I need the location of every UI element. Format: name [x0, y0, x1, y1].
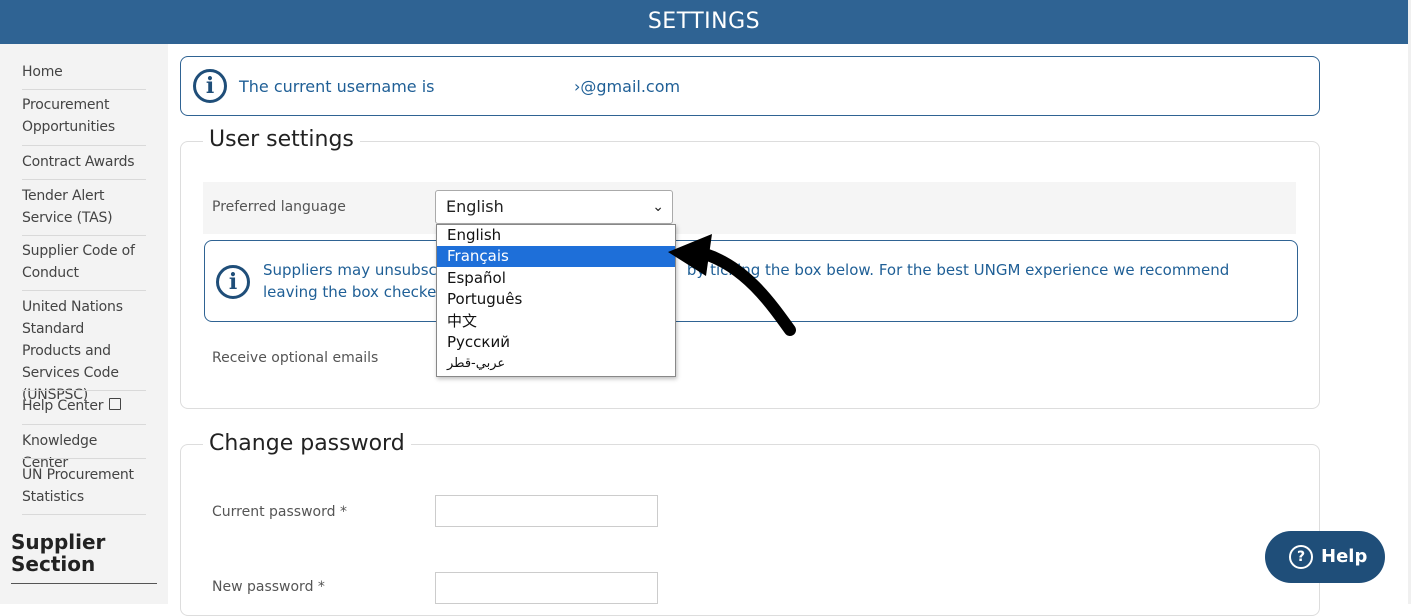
- sidebar-divider: [22, 145, 146, 146]
- page-title: SETTINGS: [647, 9, 761, 34]
- language-option-english[interactable]: English: [437, 225, 675, 246]
- sidebar-divider: [22, 290, 146, 291]
- change-password-legend: Change password: [203, 431, 411, 456]
- user-settings-legend: User settings: [203, 127, 360, 152]
- sidebar-divider: [22, 390, 146, 391]
- language-option-chinese[interactable]: 中文: [437, 311, 675, 332]
- sidebar-item-home[interactable]: Home: [22, 61, 146, 83]
- language-option-russian[interactable]: Русский: [437, 332, 675, 353]
- language-option-arabic[interactable]: عربي-قطر: [437, 353, 675, 374]
- sidebar-divider: [22, 179, 146, 180]
- language-option-espanol[interactable]: Español: [437, 268, 675, 289]
- sidebar-divider: [22, 424, 146, 425]
- preferred-language-label: Preferred language: [212, 199, 346, 215]
- notice-text-part: Suppliers may unsubscr: [263, 261, 443, 279]
- external-link-icon: [109, 398, 122, 410]
- select-value: English: [446, 197, 504, 216]
- sidebar-divider: [22, 514, 146, 515]
- page-header: SETTINGS: [0, 0, 1408, 44]
- question-circle-icon: ?: [1289, 545, 1313, 569]
- sidebar-item-supplier-code-of-conduct[interactable]: Supplier Code of Conduct: [22, 240, 146, 284]
- sidebar-item-contract-awards[interactable]: Contract Awards: [22, 151, 146, 173]
- info-icon: i: [193, 69, 227, 103]
- supplier-section-heading: Supplier Section: [11, 530, 106, 576]
- username-info-text: The current username is: [239, 77, 435, 96]
- current-password-label: Current password *: [212, 504, 347, 520]
- sidebar-divider: [22, 458, 146, 459]
- sidebar-item-procurement-opportunities[interactable]: Procurement Opportunities: [22, 94, 146, 138]
- change-password-panel: [180, 444, 1320, 616]
- new-password-input[interactable]: [435, 572, 658, 604]
- help-button[interactable]: ? Help: [1265, 531, 1385, 583]
- notice-text-line2: leaving the box checked: [263, 283, 446, 301]
- preferred-language-row: [203, 182, 1296, 234]
- username-email: ›@gmail.com: [574, 77, 681, 96]
- annotation-arrow-icon: [668, 234, 796, 336]
- optional-emails-label: Receive optional emails: [212, 350, 379, 366]
- chevron-down-icon: ⌄: [652, 199, 664, 215]
- language-option-francais[interactable]: Français: [437, 246, 675, 267]
- sidebar-item-tender-alert-service[interactable]: Tender Alert Service (TAS): [22, 185, 146, 229]
- info-icon: i: [216, 265, 250, 299]
- preferred-language-select[interactable]: English ⌄: [435, 190, 673, 224]
- sidebar-item-label: Help Center: [22, 398, 104, 414]
- sidebar-nav: Home Procurement Opportunities Contract …: [0, 44, 168, 604]
- sidebar-divider: [22, 89, 146, 90]
- language-option-portugues[interactable]: Português: [437, 289, 675, 310]
- new-password-label: New password *: [212, 579, 325, 595]
- section-divider: [11, 583, 157, 584]
- sidebar-divider: [22, 235, 146, 236]
- sidebar-item-un-procurement-statistics[interactable]: UN Procurement Statistics: [22, 464, 146, 508]
- username-info-box: i The current username is ›@gmail.com: [180, 56, 1320, 116]
- sidebar-item-help-center[interactable]: Help Center: [22, 395, 146, 417]
- current-password-input[interactable]: [435, 495, 658, 527]
- language-dropdown-list: English Français Español Português 中文 Ру…: [436, 224, 676, 377]
- help-button-label: Help: [1321, 546, 1368, 567]
